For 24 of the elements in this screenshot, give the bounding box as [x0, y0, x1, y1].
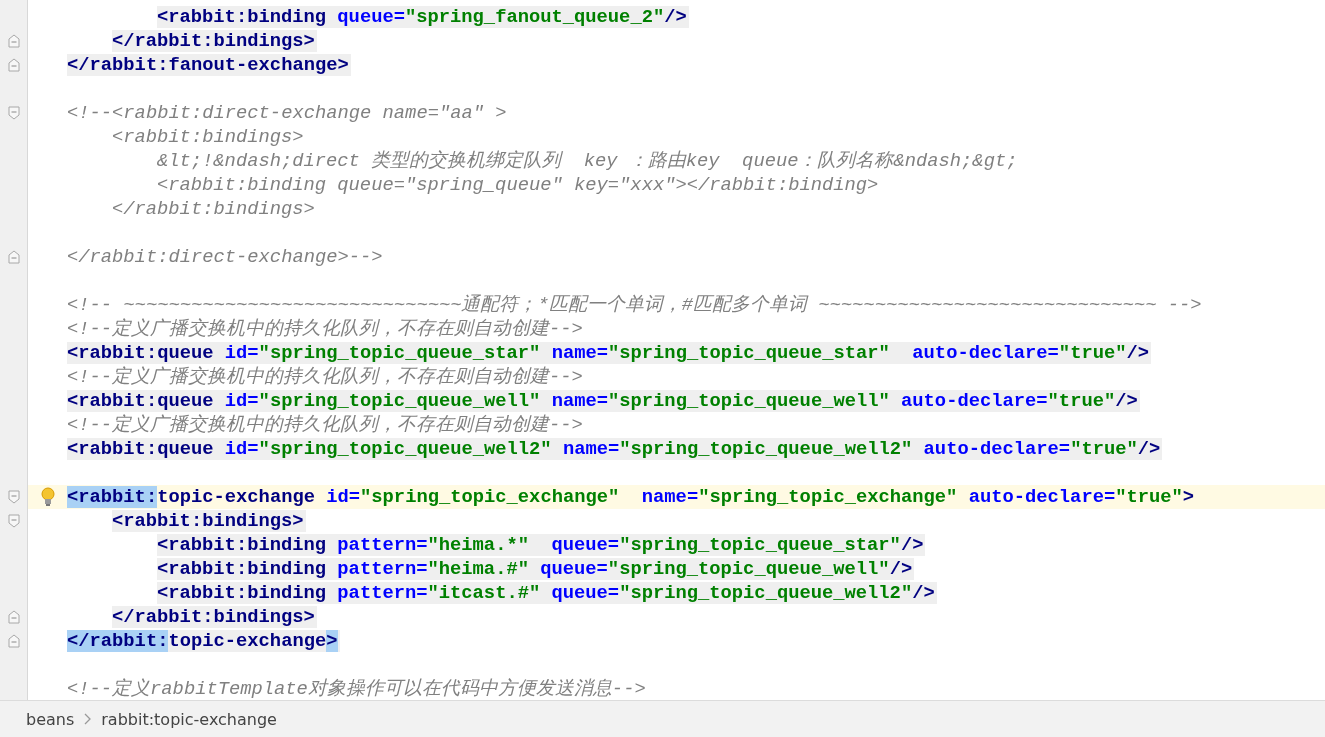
code-line: &lt;!&ndash;direct 类型的交换机绑定队列 key ：路由key queue：队列名称&ndash;&gt; — [157, 150, 1019, 172]
fold-icon[interactable] — [7, 514, 20, 528]
chevron-icon — [84, 713, 92, 725]
code-line: <rabbit:topic-exchange id="spring_topic_exchange" name="spring_topic_exchange" auto-declare="true"> — [67, 486, 1196, 508]
fold-icon[interactable] — [7, 58, 20, 72]
code-line: </rabbit:bindings> — [112, 198, 316, 220]
code-line: <!--定义广播交换机中的持久化队列，不存在则自动创建--> — [67, 318, 584, 340]
fold-icon[interactable] — [7, 490, 20, 504]
breadcrumb-item[interactable]: beans — [26, 709, 75, 729]
code-line: <!-- ~~~~~~~~~~~~~~~~~~~~~~~~~~~~~~通配符；*匹配一个单词，#匹配多个单词 ~~~~~~~~~~~~~~~~~~~~~~~~~~~~~~ --> — [67, 294, 1203, 316]
code-line: <!--定义广播交换机中的持久化队列，不存在则自动创建--> — [67, 366, 584, 388]
fold-icon[interactable] — [7, 610, 20, 624]
code-line: <!--定义rabbitTemplate对象操作可以在代码中方便发送消息--> — [67, 678, 647, 700]
code-line: <!--定义广播交换机中的持久化队列，不存在则自动创建--> — [67, 414, 584, 436]
fold-icon[interactable] — [7, 34, 20, 48]
fold-icon[interactable] — [7, 106, 20, 120]
lightbulb-icon[interactable] — [40, 487, 55, 507]
code-line: <rabbit:binding queue="spring_queue" key="xxx"></rabbit:binding> — [157, 174, 880, 196]
code-line: <!--<rabbit:direct-exchange name="aa" > — [67, 102, 508, 124]
code-line: </rabbit:direct-exchange>--> — [67, 246, 384, 268]
code-line: <rabbit:bindings> — [112, 126, 305, 148]
fold-icon[interactable] — [7, 634, 20, 648]
breadcrumb-item[interactable]: rabbit:topic-exchange — [101, 709, 277, 729]
fold-icon[interactable] — [7, 250, 20, 264]
